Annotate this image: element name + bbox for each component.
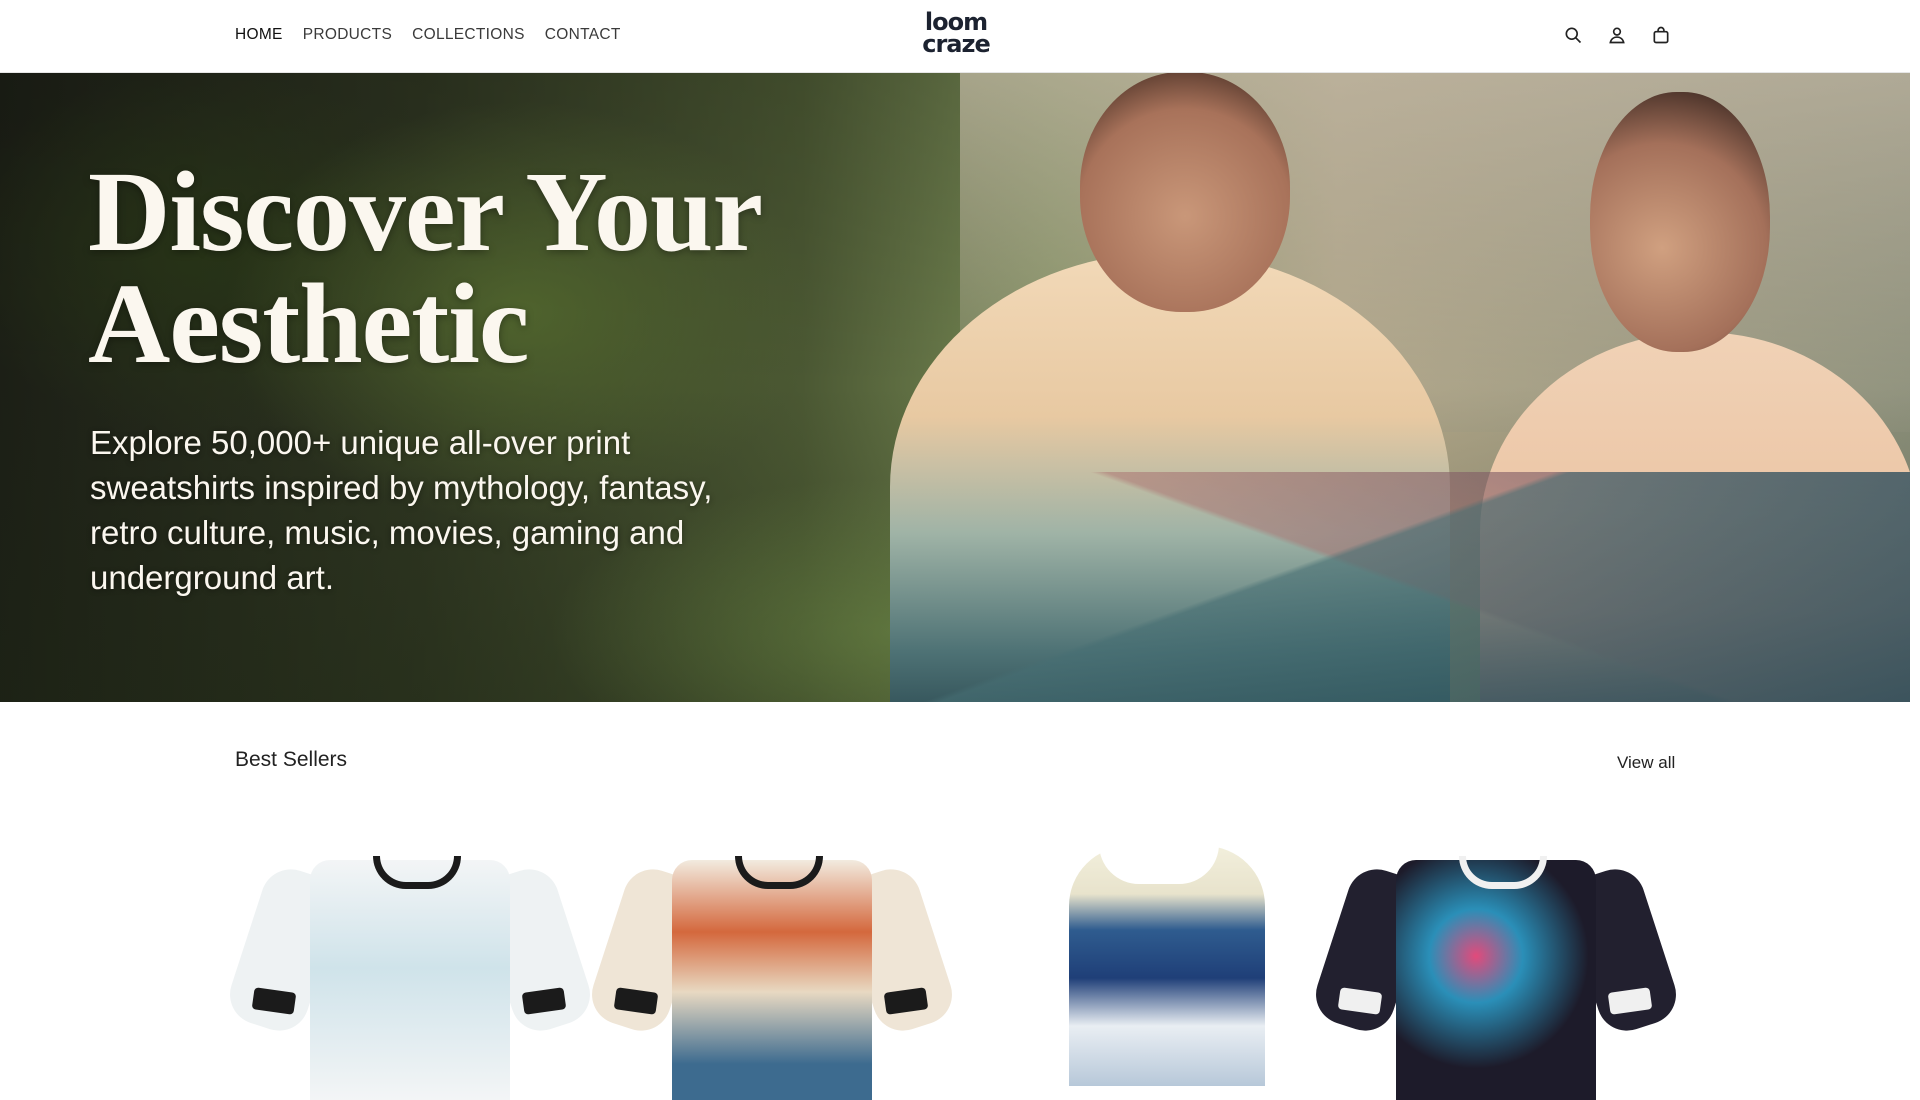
nav-home[interactable]: HOME [235, 26, 283, 44]
hero-title: Discover Your Aesthetic [88, 155, 763, 381]
hero-model-woman-head [1590, 92, 1770, 352]
hero-model-man-head [1080, 72, 1290, 312]
account-icon [1609, 27, 1625, 44]
nav-products[interactable]: PRODUCTS [303, 26, 392, 44]
hero-title-line-2: Aesthetic [88, 260, 529, 387]
hero-title-line-1: Discover Your [88, 148, 763, 275]
cart-icon [1653, 26, 1669, 44]
product-grid [222, 840, 1684, 1100]
product-image [310, 860, 510, 1100]
cart-button[interactable] [1648, 22, 1674, 48]
product-image [672, 860, 872, 1100]
site-header: HOME PRODUCTS COLLECTIONS CONTACT loom c… [0, 0, 1910, 73]
product-card[interactable] [222, 840, 598, 1100]
account-button[interactable] [1604, 22, 1630, 48]
product-image [1396, 860, 1596, 1100]
hero-subtitle: Explore 50,000+ unique all-over print sw… [90, 424, 713, 596]
header-actions [1560, 22, 1674, 48]
hero-sweatshirt-print [890, 472, 1910, 702]
best-sellers-title: Best Sellers [235, 748, 348, 771]
product-card[interactable] [584, 840, 960, 1100]
view-all-link[interactable]: View all [1617, 753, 1675, 773]
logo-line-2: craze [922, 30, 991, 58]
search-icon [1565, 27, 1582, 44]
nav-contact[interactable]: CONTACT [545, 26, 621, 44]
search-button[interactable] [1560, 22, 1586, 48]
nav-collections[interactable]: COLLECTIONS [412, 26, 525, 44]
product-card[interactable] [959, 840, 1309, 1086]
main-nav: HOME PRODUCTS COLLECTIONS CONTACT [235, 26, 621, 44]
site-logo[interactable]: loom craze [921, 10, 991, 58]
hero-banner: Discover Your Aesthetic Explore 50,000+ … [0, 72, 1910, 702]
product-card[interactable] [1308, 840, 1684, 1100]
